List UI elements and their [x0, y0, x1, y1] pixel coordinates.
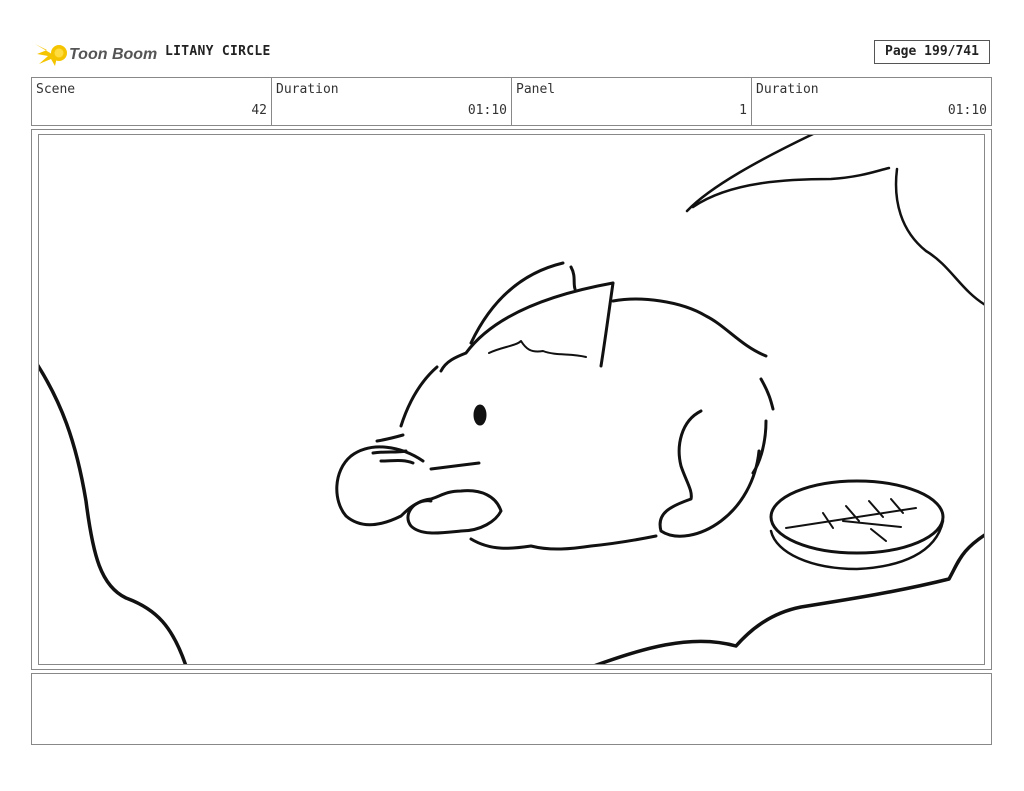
panel-info-bar: Scene 42 Duration 01:10 Panel 1 Duration… [31, 77, 992, 126]
creature-ear-front [569, 265, 577, 291]
panel-notes [31, 673, 992, 745]
top-right-rock-lower [691, 166, 891, 209]
panel-sketch [39, 135, 984, 664]
scene-duration-cell: Duration 01:10 [272, 78, 512, 125]
panel-duration-value: 01:10 [947, 103, 987, 118]
toon-boom-logo: Toon Boom [33, 36, 157, 70]
top-right-rock-side [894, 167, 984, 306]
scene-value: 42 [251, 103, 267, 118]
creature-front-paw [335, 445, 433, 527]
scene-duration-label: Duration [276, 82, 339, 97]
panel-duration-cell: Duration 01:10 [752, 78, 991, 125]
project-title: LITANY CIRCLE [165, 44, 271, 59]
creature-front-paw-2 [406, 489, 503, 535]
creature-eye [473, 404, 487, 426]
left-rock-outline [39, 364, 188, 664]
scene-duration-value: 01:10 [467, 103, 507, 118]
cookie-edge [769, 519, 945, 571]
creature-snout [371, 433, 481, 471]
starburst-icon [35, 44, 67, 66]
cookie-mark [785, 498, 917, 542]
brand-text: Toon Boom [69, 46, 157, 63]
scene-label: Scene [36, 82, 76, 97]
creature-ear-back [469, 261, 565, 345]
panel-cell: Panel 1 [512, 78, 752, 125]
creature-belly [469, 534, 658, 551]
storyboard-panel [38, 134, 985, 665]
creature-back [751, 377, 775, 475]
page-indicator: Page 199/741 [874, 40, 990, 64]
creature-head-top [399, 281, 615, 428]
creature-spine [599, 281, 768, 368]
creature-hind-leg [658, 409, 761, 538]
creature-fur-tuft [488, 340, 587, 358]
panel-value: 1 [739, 103, 747, 118]
panel-duration-label: Duration [756, 82, 819, 97]
scene-cell: Scene 42 [32, 78, 272, 125]
panel-label: Panel [516, 82, 556, 97]
